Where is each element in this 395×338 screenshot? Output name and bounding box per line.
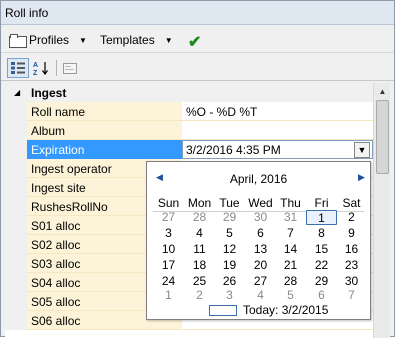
calendar-day[interactable]: 6	[245, 226, 276, 241]
weekday-header: Sun	[157, 196, 180, 210]
today-marker-icon	[209, 304, 237, 316]
scroll-thumb[interactable]	[376, 100, 389, 174]
weekday-header: Thu	[280, 196, 301, 210]
profiles-label: Profiles	[29, 33, 70, 47]
calendar-month-title[interactable]: April, 2016	[147, 172, 370, 186]
today-label: Today: 3/2/2015	[243, 303, 329, 317]
calendar-day[interactable]: 20	[245, 258, 276, 273]
categorized-view-icon	[11, 62, 25, 74]
calendar-day[interactable]: 12	[214, 242, 245, 257]
calendar-day[interactable]: 3	[214, 288, 245, 303]
calendar-day[interactable]: 4	[184, 226, 215, 241]
expiration-date-field[interactable]: 3/2/2016 4:35 PM ▼	[182, 140, 373, 159]
calendar-day[interactable]: 16	[336, 242, 367, 257]
svg-text:A: A	[33, 62, 38, 69]
calendar-day[interactable]: 26	[214, 274, 245, 289]
calendar-day[interactable]: 1	[153, 288, 184, 303]
weekday-header: Tue	[219, 196, 240, 210]
property-grid-toolbar: A Z	[1, 54, 394, 81]
calendar-day[interactable]: 19	[214, 258, 245, 273]
calendar-day[interactable]: 7	[275, 226, 306, 241]
toolbar-separator	[56, 60, 57, 76]
property-name: Album	[27, 121, 182, 140]
calendar-day[interactable]: 31	[275, 210, 306, 225]
weekday-header: Sat	[342, 196, 361, 210]
calendar-day[interactable]: 27	[153, 210, 184, 225]
property-row-album[interactable]: Album	[5, 121, 373, 140]
calendar-day-selected[interactable]: 1	[306, 210, 337, 225]
today-link[interactable]: Today: 3/2/2015	[209, 303, 328, 317]
scroll-up-button[interactable]: ▲	[374, 83, 391, 100]
property-name: Roll name	[27, 102, 182, 121]
expiration-value: 3/2/2016 4:35 PM	[186, 143, 281, 157]
calendar-day[interactable]: 29	[214, 210, 245, 225]
chevron-down-icon: ▼	[164, 35, 173, 45]
calendar-day[interactable]: 11	[184, 242, 215, 257]
calendar-day[interactable]: 24	[153, 274, 184, 289]
calendar-day[interactable]: 9	[336, 226, 367, 241]
toolbar: Profiles ▼ Templates ▼ ✔	[1, 26, 394, 53]
calendar-day[interactable]: 25	[184, 274, 215, 289]
calendar-day[interactable]: 27	[245, 274, 276, 289]
property-value[interactable]	[182, 121, 373, 140]
calendar-dropdown-button[interactable]: ▼	[354, 142, 370, 158]
weekday-header: Wed	[248, 196, 273, 210]
calendar-day[interactable]: 28	[275, 274, 306, 289]
property-pages-icon	[63, 63, 77, 74]
chevron-down-icon: ▼	[79, 35, 87, 45]
calendar-day[interactable]: 15	[306, 242, 337, 257]
weekday-header: Fri	[314, 196, 329, 210]
svg-text:Z: Z	[33, 70, 38, 76]
property-row-roll-name[interactable]: Roll name %O - %D %T	[5, 102, 373, 121]
calendar-day[interactable]: 7	[336, 288, 367, 303]
profiles-menu[interactable]: Profiles ▼	[9, 31, 87, 49]
property-name: Expiration	[27, 140, 182, 159]
chevron-down-icon: ▼	[357, 145, 367, 155]
calendar-day[interactable]: 30	[245, 210, 276, 225]
vertical-scrollbar[interactable]: ▲	[373, 83, 390, 338]
calendar-day[interactable]: 22	[306, 258, 337, 273]
calendar-day[interactable]: 8	[306, 226, 337, 241]
window-title: Roll info	[5, 6, 49, 20]
chevron-right-icon: ▶	[358, 172, 365, 182]
templates-menu[interactable]: Templates ▼	[100, 31, 173, 49]
calendar-day[interactable]: 21	[275, 258, 306, 273]
calendar-dropdown: ◀ April, 2016 ▶ Sun Mon Tue Wed Thu Fri …	[146, 161, 371, 320]
calendar-day[interactable]: 5	[214, 226, 245, 241]
property-value[interactable]: %O - %D %T	[182, 102, 373, 121]
group-title: Ingest	[31, 86, 67, 100]
calendar-day[interactable]: 10	[153, 242, 184, 257]
calendar-day[interactable]: 13	[245, 242, 276, 257]
group-header-ingest[interactable]: ◢ Ingest	[5, 83, 373, 102]
calendar-day[interactable]: 28	[184, 210, 215, 225]
calendar-header: ◀ April, 2016 ▶	[147, 170, 370, 190]
calendar-day[interactable]: 14	[275, 242, 306, 257]
calendar-day[interactable]: 29	[306, 274, 337, 289]
calendar-day[interactable]: 3	[153, 226, 184, 241]
weekday-header: Mon	[187, 196, 212, 210]
calendar-day[interactable]: 17	[153, 258, 184, 273]
apply-check-icon[interactable]: ✔	[188, 32, 201, 52]
folder-icon	[9, 34, 27, 48]
calendar-day[interactable]: 2	[184, 288, 215, 303]
title-bar: Roll info	[1, 1, 394, 25]
calendar-day[interactable]: 6	[306, 288, 337, 303]
categorized-button[interactable]	[7, 58, 29, 78]
calendar-day[interactable]: 23	[336, 258, 367, 273]
calendar-day[interactable]: 30	[336, 274, 367, 289]
templates-label: Templates	[100, 33, 155, 47]
property-pages-button[interactable]	[59, 58, 81, 78]
alphabetical-button[interactable]: A Z	[30, 58, 52, 78]
calendar-day[interactable]: 4	[245, 288, 276, 303]
property-row-expiration[interactable]: Expiration 3/2/2016 4:35 PM ▼	[5, 140, 373, 159]
chevron-up-icon: ▲	[378, 87, 387, 96]
collapse-triangle-icon[interactable]: ◢	[14, 88, 20, 97]
calendar-day[interactable]: 5	[275, 288, 306, 303]
calendar-day[interactable]: 18	[184, 258, 215, 273]
calendar-day[interactable]: 2	[336, 210, 367, 225]
roll-info-window: Roll info Profiles ▼ Templates ▼ ✔ A Z ◢…	[0, 0, 395, 338]
sort-az-icon: A Z	[33, 62, 48, 76]
next-month-button[interactable]: ▶	[358, 172, 365, 183]
